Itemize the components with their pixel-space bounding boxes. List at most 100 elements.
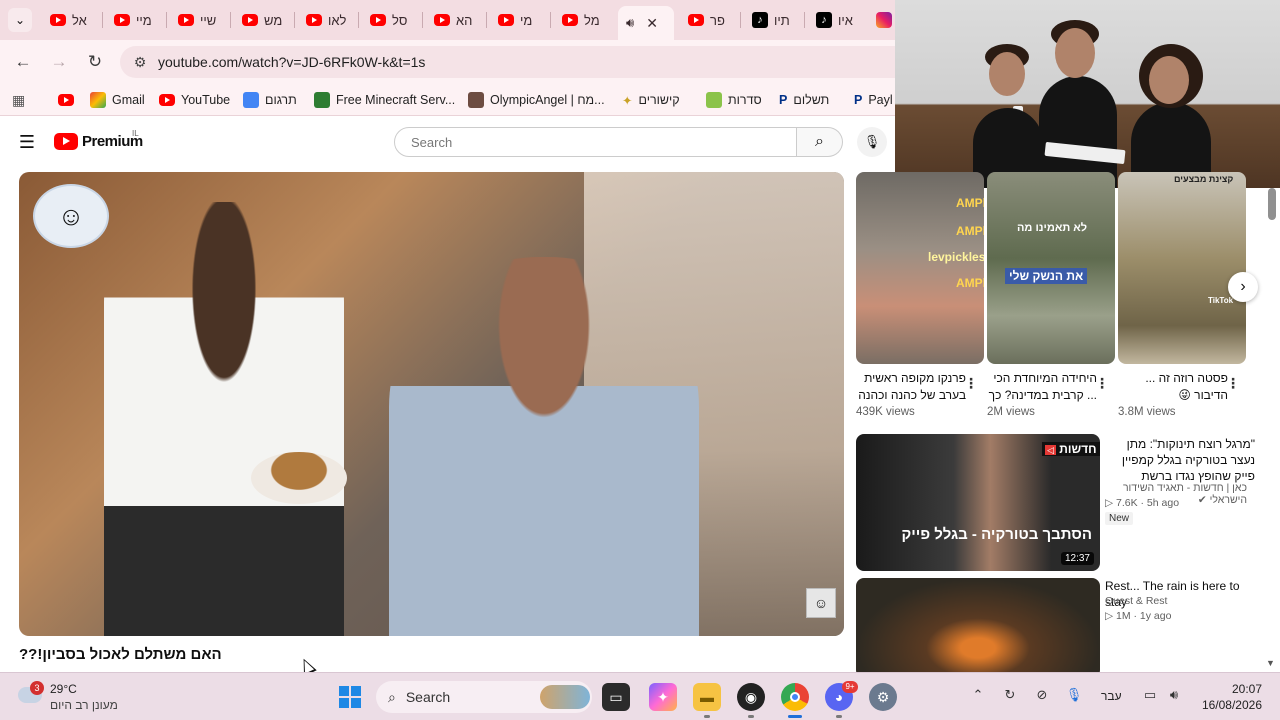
chrome-app[interactable] (781, 683, 809, 711)
tab-label: לאו (328, 12, 347, 28)
short-overlay-text: AMPlaying (956, 196, 984, 210)
browser-tab[interactable]: מי (490, 6, 540, 34)
taskbar-search[interactable]: ⌕ Search (376, 681, 592, 713)
scrollbar-thumb[interactable] (1268, 188, 1276, 220)
youtube-icon (688, 14, 704, 26)
browser-tab-active[interactable]: 🔊︎ ✕ (618, 6, 674, 40)
star-icon: ✦ (622, 93, 633, 108)
clock-date[interactable]: 16/08/2026 (1196, 698, 1262, 712)
bookmark-gmail[interactable]: Gmail (90, 91, 145, 109)
voice-search-button[interactable]: 🎙︎ (857, 127, 887, 157)
network-tray-button[interactable]: ⊘ (1032, 687, 1052, 707)
browser-tab[interactable]: סל (362, 6, 415, 34)
copilot-app[interactable]: ✦ (649, 683, 677, 711)
obs-app[interactable]: ◉ (737, 683, 765, 711)
short-menu-button[interactable]: ⋮ (1095, 375, 1109, 392)
short-menu-button[interactable]: ⋮ (964, 375, 978, 392)
country-code: IL (132, 129, 139, 138)
tab-label: תיו (774, 12, 790, 28)
recommended-channel[interactable]: Quest & Rest (1105, 595, 1167, 607)
clock-time[interactable]: 20:07 (1200, 682, 1262, 696)
verified-icon: ✔ (1197, 494, 1207, 506)
short-thumbnail[interactable]: לא תאמינו מה את הנשק שלי (987, 172, 1115, 364)
forward-button[interactable]: → (47, 50, 71, 74)
back-button[interactable]: ← (11, 50, 35, 74)
recommended-thumbnail[interactable]: חדשות ◁ הסתבך בטורקיה - בגלל פייק 12:37 (856, 434, 1100, 571)
tab-separator (294, 12, 295, 28)
browser-tab[interactable]: לאו (298, 6, 354, 34)
bookmark-label: תשלום (793, 93, 830, 107)
microphone-icon: 🎙︎ (863, 134, 881, 149)
search-input[interactable]: Search (394, 127, 797, 157)
browser-tab[interactable]: מל (554, 6, 608, 34)
weather-description[interactable]: מעונן רב היום (50, 698, 118, 712)
file-explorer-app[interactable]: ▬ (693, 683, 721, 711)
scroll-down-button[interactable]: ▼ (1266, 658, 1275, 668)
youtube-logo[interactable]: Premium (54, 133, 143, 150)
show-hidden-icons-button[interactable]: ⌃ (968, 687, 988, 707)
apps-button[interactable]: ▦ (12, 91, 25, 109)
close-icon[interactable]: ✕ (646, 15, 658, 32)
search-icon: ⌕ (388, 688, 396, 705)
browser-tab[interactable]: ♪ איו (808, 6, 861, 34)
bookmark-paypal[interactable]: P Payl (854, 91, 893, 109)
tab-separator (166, 12, 167, 28)
windows-logo-icon (351, 686, 361, 696)
weather-temperature[interactable]: 29°C (50, 682, 77, 696)
browser-tab[interactable]: מש (234, 6, 290, 34)
menu-button[interactable]: ☰ (16, 131, 38, 153)
short-title[interactable]: היחידה המיוחדת הכי ... קרבית במדינה? כך (987, 370, 1097, 404)
task-view-button[interactable]: ▭ (602, 683, 630, 711)
start-button[interactable] (339, 686, 361, 708)
bookmark-label: Free Minecraft Serv... (336, 93, 456, 107)
short-title[interactable]: פרנקו מקופה ראשית בערב של כהנה וכהנה (856, 370, 966, 404)
browser-tab[interactable]: מיי (106, 6, 160, 34)
tab-search-button[interactable]: ⌄ (8, 8, 32, 32)
video-title: האם משתלם לאכול בסביון!?? (19, 646, 839, 663)
browser-tab[interactable]: שיי (170, 6, 224, 34)
bookmark-translate[interactable]: תרגום (243, 91, 297, 109)
short-views: 439K views (856, 406, 915, 418)
reload-button[interactable]: ↻ (83, 50, 107, 74)
avatar-icon: ☺ (57, 200, 85, 231)
sync-tray-button[interactable]: ↻ (1000, 687, 1020, 707)
video-frame-person (389, 257, 699, 636)
site-info-icon[interactable]: ⚙︎ (126, 54, 154, 71)
browser-tab[interactable]: הא (426, 6, 480, 34)
bookmark-olympicangel[interactable]: OlympicAngel | מח... (468, 91, 605, 109)
bookmark-links[interactable]: ✦ קישורים (622, 91, 680, 109)
short-overlay-text: levpickles (928, 250, 984, 264)
display-tray-button[interactable]: ▭ (1140, 687, 1160, 707)
bookmark-youtube[interactable] (58, 91, 74, 109)
tab-label: איו (838, 12, 853, 28)
bookmark-youtube[interactable]: YouTube (159, 91, 230, 109)
bookmark-minecraft[interactable]: Free Minecraft Serv... (314, 91, 455, 109)
avatar-icon: ☺ (813, 595, 829, 611)
recommended-thumbnail[interactable] (856, 578, 1100, 678)
volume-tray-button[interactable]: 🔊︎ (1164, 687, 1184, 707)
browser-tab[interactable]: פר (680, 6, 733, 34)
webcam-overlay (895, 0, 1280, 188)
arrow-left-icon: ← (14, 52, 32, 71)
short-thumbnail[interactable]: AMPlaying AMPlaying levpickles AMPlaying (856, 172, 984, 364)
browser-tab[interactable]: אל (42, 6, 95, 34)
channel-branding-icon[interactable]: ☺ (806, 588, 836, 618)
bookmark-payment[interactable]: P תשלום (779, 91, 829, 109)
recommended-title[interactable]: "מרגל רוצח תינוקות": מתן נעצר בטורקיה בג… (1105, 436, 1255, 484)
tab-label: הא (456, 12, 473, 28)
bookmark-series[interactable]: סדרות (706, 91, 762, 109)
short-title[interactable]: פסטה רוזה זה ... הדיבור 😜 (1118, 370, 1228, 404)
short-menu-button[interactable]: ⋮ (1226, 375, 1240, 392)
gmail-icon (90, 92, 106, 108)
news-logo-icon: ◁ (1045, 445, 1056, 455)
channel-watermark[interactable]: ☺ (33, 184, 109, 248)
search-button[interactable]: ⌕ (797, 127, 843, 157)
input-language[interactable]: עבר (1101, 689, 1122, 703)
browser-tab[interactable]: ♪ תיו (744, 6, 798, 34)
shelf-next-button[interactable]: › (1228, 272, 1258, 302)
bookmark-label: סדרות (728, 93, 762, 107)
video-player[interactable]: ☺ ☺ (19, 172, 844, 636)
settings-app[interactable]: ⚙︎ (869, 683, 897, 711)
microphone-tray-button[interactable]: 🎙︎ (1064, 687, 1084, 707)
short-thumbnail[interactable]: קצינת מבצעים TikTok (1118, 172, 1246, 364)
